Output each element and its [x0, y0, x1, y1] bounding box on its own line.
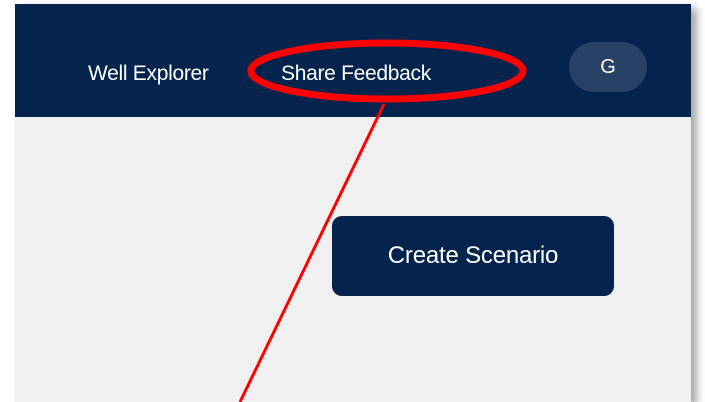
app-window: Well Explorer Share Feedback G Create Sc…: [15, 4, 691, 402]
create-scenario-button[interactable]: Create Scenario: [332, 216, 614, 296]
top-nav-bar: Well Explorer Share Feedback G: [15, 4, 691, 117]
main-content: Create Scenario: [15, 117, 691, 402]
nav-link-share-feedback[interactable]: Share Feedback: [281, 62, 431, 86]
screenshot-stage: Well Explorer Share Feedback G Create Sc…: [0, 0, 705, 402]
avatar-initial: G: [600, 56, 616, 78]
user-avatar[interactable]: G: [569, 42, 647, 92]
nav-link-well-explorer[interactable]: Well Explorer: [88, 62, 246, 86]
